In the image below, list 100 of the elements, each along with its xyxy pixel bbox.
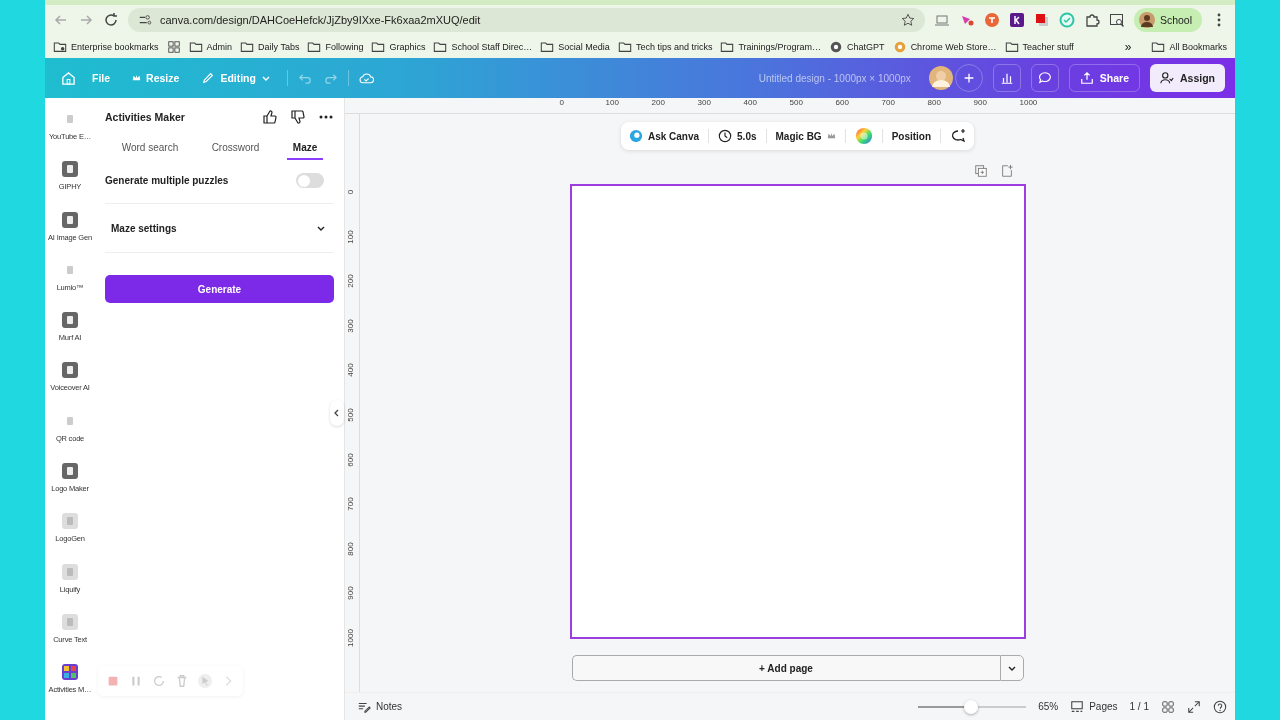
ruler-label: 1000 bbox=[346, 629, 356, 647]
app-icon bbox=[62, 161, 78, 178]
add-page-icon[interactable] bbox=[999, 164, 1014, 178]
ask-canva-button[interactable]: Ask Canva bbox=[628, 129, 700, 143]
insights-button[interactable] bbox=[992, 64, 1021, 92]
zoom-percentage[interactable]: 65% bbox=[1038, 701, 1059, 712]
maze-settings-accordion[interactable]: Maze settings bbox=[105, 214, 334, 242]
position-button[interactable]: Position bbox=[891, 130, 932, 142]
ruler-label: 200 bbox=[651, 98, 666, 109]
bookmark[interactable]: Enterprise bookmarks bbox=[53, 39, 159, 54]
folder-icon bbox=[1004, 39, 1019, 54]
help-icon[interactable] bbox=[1213, 699, 1227, 714]
site-icon bbox=[892, 39, 907, 54]
bookmark[interactable]: Chrome Web Store… bbox=[892, 39, 997, 54]
fullscreen-icon[interactable] bbox=[1187, 699, 1201, 714]
comment-button[interactable] bbox=[1030, 64, 1059, 92]
app-icon bbox=[62, 463, 78, 480]
bookmark[interactable]: Following bbox=[307, 39, 364, 54]
notes-button[interactable]: Notes bbox=[357, 699, 403, 714]
magic-bg-button[interactable]: Magic BG bbox=[775, 130, 836, 142]
color-wheel-icon[interactable] bbox=[854, 127, 873, 145]
duration-button[interactable]: 5.0s bbox=[718, 129, 757, 143]
folder-icon bbox=[1151, 39, 1166, 54]
app-icon bbox=[62, 613, 78, 630]
add-page-button[interactable]: + Add page bbox=[571, 655, 1000, 681]
site-settings-icon[interactable] bbox=[138, 13, 152, 27]
star-icon[interactable] bbox=[900, 13, 915, 27]
bookmark[interactable]: Admin bbox=[188, 39, 233, 54]
folder-icon bbox=[433, 39, 448, 54]
comment-icon bbox=[1037, 71, 1052, 85]
app-icon bbox=[62, 211, 78, 228]
panel-title: Activities Maker bbox=[105, 111, 185, 123]
app-icon bbox=[62, 664, 78, 681]
ruler-label: 600 bbox=[346, 452, 356, 467]
bookmark[interactable]: Daily Tabs bbox=[240, 39, 300, 54]
ruler-label: 100 bbox=[346, 229, 356, 244]
folder-icon bbox=[188, 39, 203, 54]
folder-icon bbox=[540, 39, 555, 54]
folder-icon bbox=[53, 39, 67, 54]
apps-grid-icon[interactable] bbox=[166, 39, 181, 54]
ruler-label: 700 bbox=[881, 98, 896, 109]
extension-icon[interactable] bbox=[1033, 12, 1050, 28]
folder-icon bbox=[371, 39, 386, 54]
bookmark[interactable]: Trainings/Program… bbox=[720, 39, 822, 54]
tab[interactable]: Crossword bbox=[205, 136, 266, 160]
tab[interactable]: Word search bbox=[115, 136, 185, 160]
folder-icon bbox=[720, 39, 735, 54]
generate-button[interactable]: Generate bbox=[105, 275, 334, 303]
bookmark[interactable]: School Staff Direc… bbox=[433, 39, 533, 54]
ruler-label: 700 bbox=[346, 497, 356, 511]
thumbs-down-icon[interactable] bbox=[290, 109, 306, 125]
puzzle-icon[interactable] bbox=[1083, 12, 1100, 28]
duplicate-page-icon[interactable] bbox=[973, 164, 988, 178]
crown-icon bbox=[826, 132, 836, 140]
avatar-icon bbox=[1138, 12, 1155, 28]
add-page-dropdown[interactable] bbox=[999, 655, 1024, 681]
ruler-label: 900 bbox=[973, 98, 988, 109]
bookmark[interactable]: ChatGPT bbox=[829, 39, 885, 54]
avatar-icon[interactable] bbox=[928, 66, 953, 90]
pages-button[interactable]: Pages bbox=[1070, 699, 1118, 714]
assign-button[interactable]: Assign bbox=[1150, 64, 1225, 92]
address-bar[interactable]: canva.com/design/DAHCoeHefck/JjZby9IXxe-Fk6xaa2mXUQ/edit bbox=[128, 8, 925, 32]
app-icon bbox=[62, 563, 78, 580]
toggle-label: Generate multiple puzzles bbox=[105, 175, 229, 186]
tab[interactable]: Maze bbox=[286, 136, 324, 160]
bookmark[interactable]: Teacher stuff bbox=[1004, 39, 1074, 54]
all-bookmarks-link[interactable]: All Bookmarks bbox=[1151, 39, 1227, 54]
toggle-switch[interactable] bbox=[296, 173, 324, 188]
ruler-label: 0 bbox=[559, 98, 565, 109]
ruler-label: 800 bbox=[346, 542, 356, 556]
upload-icon bbox=[1079, 71, 1094, 85]
ruler-label: 200 bbox=[346, 274, 356, 288]
page-count: 1 / 1 bbox=[1129, 701, 1149, 712]
ruler-label: 1000 bbox=[1019, 98, 1039, 109]
grid-view-icon[interactable] bbox=[1161, 699, 1175, 714]
bookmark[interactable]: Social Media bbox=[540, 39, 610, 54]
home-icon[interactable] bbox=[61, 70, 76, 86]
collapse-panel-button[interactable] bbox=[330, 400, 344, 426]
app-icon bbox=[62, 513, 78, 530]
laptop-icon[interactable] bbox=[933, 12, 950, 28]
reload-icon[interactable] bbox=[103, 12, 119, 28]
person-check-icon bbox=[1160, 71, 1174, 85]
tab-search-icon[interactable] bbox=[1108, 12, 1125, 28]
ruler-label: 600 bbox=[835, 98, 850, 109]
cloud-saved-icon[interactable] bbox=[358, 70, 374, 86]
profile-button[interactable]: School bbox=[1133, 8, 1202, 32]
more-bookmarks-button[interactable]: » bbox=[1124, 39, 1144, 54]
stop-icon[interactable] bbox=[106, 674, 120, 688]
design-title: Untitled design - 1000px × 1000px bbox=[758, 72, 911, 84]
restart-icon[interactable] bbox=[152, 674, 166, 688]
thumbs-up-icon[interactable] bbox=[262, 109, 278, 125]
folder-icon bbox=[240, 39, 255, 54]
ruler-label: 0 bbox=[346, 189, 356, 195]
share-button[interactable]: Share bbox=[1068, 64, 1140, 92]
bookmark[interactable]: Tech tips and tricks bbox=[617, 39, 713, 54]
bookmark[interactable]: Graphics bbox=[371, 39, 426, 54]
extension-icon[interactable] bbox=[1008, 12, 1025, 28]
folder-icon bbox=[617, 39, 632, 54]
ruler-label: 300 bbox=[346, 319, 356, 333]
comment-add-icon[interactable] bbox=[950, 128, 967, 144]
